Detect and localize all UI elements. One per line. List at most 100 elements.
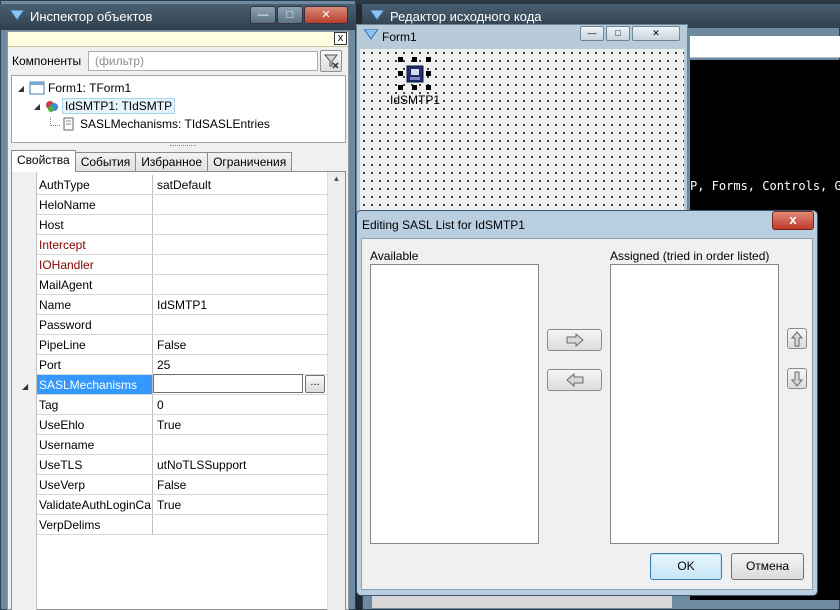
property-value[interactable] xyxy=(153,255,327,274)
property-row[interactable]: Password xyxy=(37,315,327,335)
property-value[interactable]: True xyxy=(153,415,327,434)
property-name: HeloName xyxy=(37,195,153,214)
property-name: Name xyxy=(37,295,153,314)
selection-handle[interactable] xyxy=(412,85,417,90)
property-value[interactable] xyxy=(153,435,327,454)
move-down-button[interactable] xyxy=(787,368,807,389)
form-maximize-button[interactable]: □ xyxy=(606,26,630,41)
available-list[interactable] xyxy=(370,264,539,544)
property-row[interactable]: HeloName xyxy=(37,195,327,215)
tab-favorites[interactable]: Избранное xyxy=(135,152,209,172)
property-row[interactable]: UseTLS utNoTLSSupport xyxy=(37,455,327,475)
property-value[interactable] xyxy=(153,315,327,334)
object-inspector-title: Инспектор объектов xyxy=(30,9,153,24)
property-row[interactable]: VerpDelims xyxy=(37,515,327,535)
sasl-value-editor[interactable] xyxy=(153,374,303,393)
tree-node-label: Form1: TForm1 xyxy=(48,81,132,95)
available-label: Available xyxy=(370,249,419,263)
property-value[interactable]: 0 xyxy=(153,395,327,414)
scroll-up-icon[interactable]: ▲ xyxy=(328,174,345,188)
clear-filter-button[interactable] xyxy=(320,50,342,72)
property-row[interactable]: Host xyxy=(37,215,327,235)
property-name: SASLMechanisms xyxy=(37,375,153,394)
selection-handle[interactable] xyxy=(426,85,431,90)
property-row[interactable]: Intercept xyxy=(37,235,327,255)
selection-handle[interactable] xyxy=(426,71,431,76)
tree-node-idsmtp1[interactable]: ◢ IdSMTP1: TIdSMTP xyxy=(32,97,176,115)
property-row[interactable]: ValidateAuthLoginCa True xyxy=(37,495,327,515)
property-value[interactable]: utNoTLSSupport xyxy=(153,455,327,474)
maximize-button[interactable]: □ xyxy=(277,6,303,24)
hint-close-button[interactable]: x xyxy=(334,32,347,45)
form-close-button[interactable]: ✕ xyxy=(632,26,680,41)
assigned-label: Assigned (tried in order listed) xyxy=(610,249,770,263)
property-value[interactable]: True xyxy=(153,495,327,514)
selection-handle[interactable] xyxy=(398,57,403,62)
property-value[interactable]: False xyxy=(153,475,327,494)
property-name: AuthType xyxy=(37,175,153,194)
remove-from-assigned-button[interactable] xyxy=(547,369,602,391)
property-name: Password xyxy=(37,315,153,334)
tree-line xyxy=(50,116,60,126)
property-row[interactable]: Name IdSMTP1 xyxy=(37,295,327,315)
collapse-icon[interactable]: ◢ xyxy=(32,102,42,111)
property-value[interactable] xyxy=(153,215,327,234)
tab-events[interactable]: События xyxy=(74,152,137,172)
property-value[interactable] xyxy=(153,235,327,254)
form-minimize-button[interactable]: — xyxy=(580,26,604,41)
property-value[interactable]: 25 xyxy=(153,355,327,374)
property-row[interactable]: MailAgent xyxy=(37,275,327,295)
component-tree[interactable]: ◢ Form1: TForm1 ◢ IdSMTP1: TIdSMTP SASLM… xyxy=(11,75,346,143)
property-name: MailAgent xyxy=(37,275,153,294)
property-row[interactable]: Tag 0 xyxy=(37,395,327,415)
property-value[interactable] xyxy=(153,275,327,294)
splitter-grip[interactable] xyxy=(170,145,196,149)
dialog-close-button[interactable]: x xyxy=(772,211,814,230)
selection-handle[interactable] xyxy=(412,57,417,62)
property-value[interactable] xyxy=(153,515,327,534)
source-editor-tabbar xyxy=(690,36,840,58)
property-grid-scrollbar[interactable]: ▲ xyxy=(327,172,345,610)
add-to-assigned-button[interactable] xyxy=(547,329,602,351)
property-row[interactable]: Username xyxy=(37,435,327,455)
expand-icon[interactable]: ◢ xyxy=(22,382,28,391)
property-value[interactable] xyxy=(153,195,327,214)
tree-node-saslmechanisms[interactable]: SASLMechanisms: TIdSASLEntries xyxy=(50,115,270,133)
idsmtp1-component[interactable] xyxy=(401,60,429,88)
property-row[interactable]: AuthType satDefault xyxy=(37,175,327,195)
hint-bar: x xyxy=(8,32,348,47)
ok-button[interactable]: OK xyxy=(650,553,722,580)
selection-handle[interactable] xyxy=(426,57,431,62)
component-caption: IdSMTP1 xyxy=(390,93,441,107)
tab-restrictions[interactable]: Ограничения xyxy=(207,152,293,172)
property-row[interactable]: UseEhlo True xyxy=(37,415,327,435)
property-value[interactable]: False xyxy=(153,335,327,354)
source-editor-title: Редактор исходного кода xyxy=(390,9,542,24)
property-name: UseVerp xyxy=(37,475,153,494)
tab-properties[interactable]: Свойства xyxy=(11,150,76,172)
move-up-button[interactable] xyxy=(787,328,807,349)
property-value[interactable]: satDefault xyxy=(153,175,327,194)
property-row[interactable]: PipeLine False xyxy=(37,335,327,355)
property-name: Username xyxy=(37,435,153,454)
sasl-dialog-title: Editing SASL List for IdSMTP1 xyxy=(362,218,525,232)
tree-node-form1[interactable]: ◢ Form1: TForm1 xyxy=(16,79,131,97)
app-icon xyxy=(369,9,385,25)
close-button[interactable]: ✕ xyxy=(304,6,348,24)
cancel-button[interactable]: Отмена xyxy=(731,553,804,580)
property-row[interactable]: UseVerp False xyxy=(37,475,327,495)
property-name: VerpDelims xyxy=(37,515,153,534)
app-icon xyxy=(9,9,25,25)
minimize-button[interactable]: — xyxy=(250,6,276,24)
inspector-tabs: Свойства События Избранное Ограничения xyxy=(11,150,293,172)
component-filter-input[interactable]: (фильтр) xyxy=(88,51,318,71)
property-value[interactable]: IdSMTP1 xyxy=(153,295,327,314)
form-icon xyxy=(29,81,45,95)
collapse-icon[interactable]: ◢ xyxy=(16,84,26,93)
selection-handle[interactable] xyxy=(398,85,403,90)
selection-handle[interactable] xyxy=(398,71,403,76)
assigned-list[interactable] xyxy=(610,264,779,544)
ellipsis-button[interactable]: ... xyxy=(305,375,325,393)
property-row[interactable]: IOHandler xyxy=(37,255,327,275)
property-row[interactable]: Port 25 xyxy=(37,355,327,375)
